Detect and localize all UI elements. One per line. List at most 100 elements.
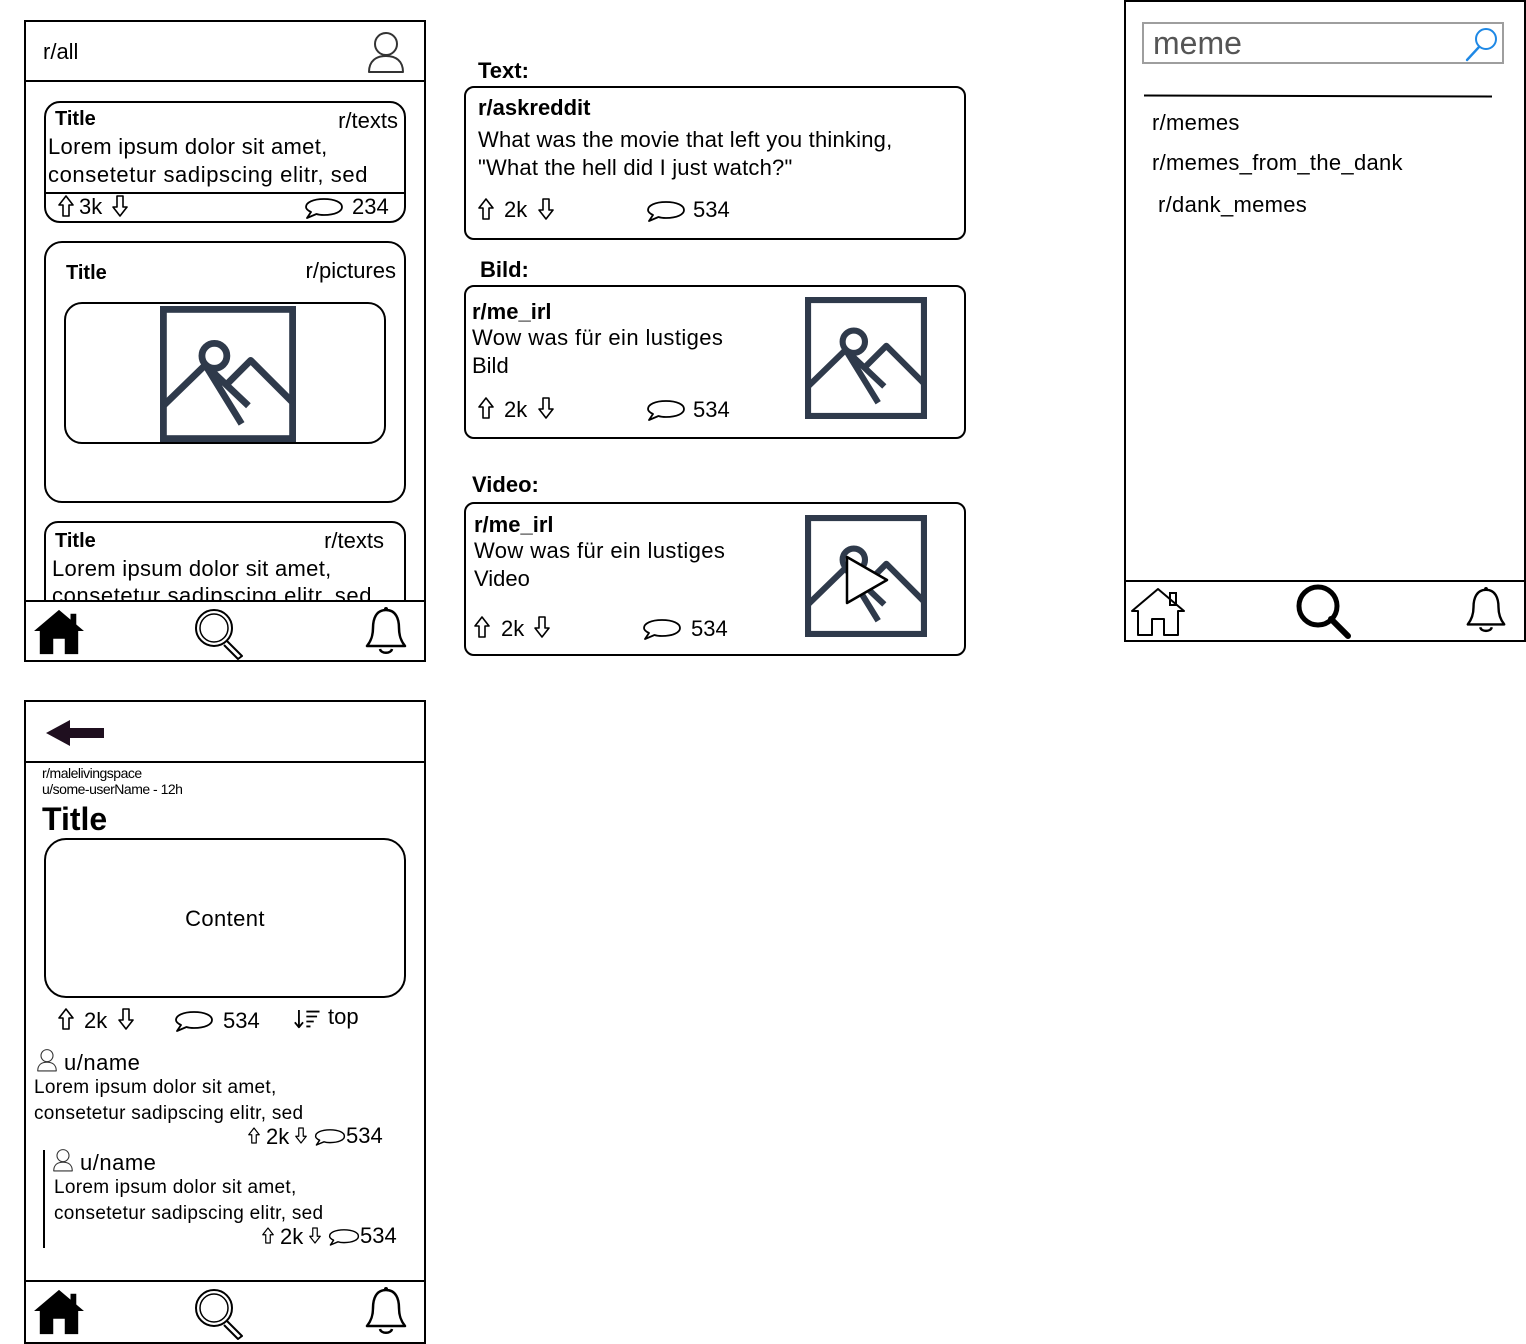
downvote-icon[interactable]: [309, 1227, 321, 1244]
comment: u/name Lorem ipsum dolor sit amet, conse…: [26, 1046, 424, 1148]
bell-icon[interactable]: [364, 606, 408, 656]
tabbar-divider: [26, 600, 424, 602]
reply-thread-line: [43, 1150, 45, 1248]
upvote-icon[interactable]: [474, 616, 490, 638]
upvote-icon[interactable]: [58, 1008, 74, 1030]
user-icon[interactable]: [366, 30, 406, 74]
post-title: Title: [55, 108, 96, 130]
search-icon[interactable]: [192, 1286, 246, 1340]
post-title: Title: [66, 262, 107, 284]
downvote-icon[interactable]: [112, 195, 128, 217]
image-frame: [64, 302, 386, 444]
search-result-item[interactable]: r/memes: [1152, 112, 1240, 134]
vote-count: 2k: [280, 1224, 304, 1249]
comment-text-line: consetetur sadipscing elitr, sed: [54, 1203, 324, 1224]
comment-text-line: consetetur sadipscing elitr, sed: [34, 1103, 304, 1124]
comment-author[interactable]: u/name: [64, 1052, 140, 1074]
post-subreddit[interactable]: r/pictures: [306, 260, 396, 282]
image-example-card[interactable]: r/me_irl Wow was für ein lustiges Bild 2…: [464, 285, 966, 439]
post-body-line: Lorem ipsum dolor sit amet,: [52, 556, 332, 581]
vote-count: 2k: [84, 1008, 108, 1033]
search-icon[interactable]: [192, 606, 246, 660]
comment-icon[interactable]: [646, 399, 686, 421]
upvote-icon[interactable]: [478, 198, 494, 220]
comment-count: 534: [693, 197, 730, 222]
search-input[interactable]: meme: [1142, 22, 1504, 64]
post-body-line: consetetur sadipscing elitr, sed: [52, 583, 373, 601]
vote-count: 2k: [504, 397, 528, 422]
comment-icon[interactable]: [174, 1010, 214, 1032]
vote-count: 2k: [501, 616, 525, 641]
vote-count: 2k: [504, 197, 528, 222]
post-body-line: Video: [474, 566, 530, 591]
post-subreddit[interactable]: r/me_irl: [474, 514, 554, 536]
home-icon[interactable]: [1130, 586, 1186, 638]
back-arrow-icon[interactable]: [44, 718, 106, 748]
vote-count: 3k: [79, 194, 103, 219]
comment-count: 534: [360, 1223, 397, 1248]
feed-screen: r/all Title r/texts Lorem ipsum dolor si…: [24, 20, 426, 662]
upvote-icon[interactable]: [262, 1227, 274, 1244]
bell-icon[interactable]: [1464, 586, 1508, 634]
sort-icon[interactable]: [294, 1008, 322, 1030]
comment-author[interactable]: u/name: [80, 1152, 156, 1174]
post-subreddit[interactable]: r/askreddit: [478, 97, 591, 119]
home-icon[interactable]: [32, 608, 86, 656]
text-post-card[interactable]: Title r/texts Lorem ipsum dolor sit amet…: [44, 101, 406, 223]
upvote-icon[interactable]: [478, 397, 494, 419]
comment-text-line: Lorem ipsum dolor sit amet,: [34, 1077, 277, 1098]
post-title: Title: [42, 801, 108, 837]
downvote-icon[interactable]: [295, 1127, 307, 1144]
upvote-icon[interactable]: [248, 1127, 260, 1144]
search-result-item[interactable]: r/dank_memes: [1158, 194, 1307, 216]
text-section-heading: Text:: [478, 58, 529, 83]
post-meta: u/some-userName - 12h: [42, 781, 183, 797]
image-post-card[interactable]: Title r/pictures: [44, 241, 406, 503]
home-icon[interactable]: [32, 1288, 86, 1336]
image-section-heading: Bild:: [480, 257, 529, 282]
text-post-card[interactable]: Title r/texts Lorem ipsum dolor sit amet…: [44, 521, 406, 600]
comment-icon[interactable]: [328, 1228, 360, 1246]
content-label: Content: [185, 906, 265, 931]
feed-list: Title r/texts Lorem ipsum dolor sit amet…: [26, 82, 424, 600]
comment-icon[interactable]: [314, 1128, 346, 1146]
bell-icon[interactable]: [364, 1286, 408, 1336]
post-content[interactable]: Content: [44, 838, 406, 998]
comment-icon[interactable]: [642, 618, 682, 640]
downvote-icon[interactable]: [538, 397, 554, 419]
post-subreddit[interactable]: r/malelivingspace: [42, 766, 142, 780]
comment-icon[interactable]: [304, 197, 344, 219]
upvote-icon[interactable]: [58, 195, 74, 217]
post-subreddit[interactable]: r/texts: [338, 110, 398, 132]
sort-label[interactable]: top: [328, 1006, 359, 1028]
image-thumbnail-icon: [805, 297, 927, 419]
search-icon[interactable]: [1294, 582, 1352, 640]
search-result-item[interactable]: r/memes_from_the_dank: [1152, 152, 1403, 174]
tabbar-divider: [26, 1280, 424, 1282]
video-example-card[interactable]: r/me_irl Wow was für ein lustiges Video …: [464, 502, 966, 656]
downvote-icon[interactable]: [118, 1008, 134, 1030]
header-title: r/all: [43, 39, 79, 64]
post-subreddit[interactable]: r/me_irl: [472, 301, 552, 323]
downvote-icon[interactable]: [534, 616, 550, 638]
post-subreddit[interactable]: r/texts: [324, 530, 384, 552]
comment-icon[interactable]: [646, 200, 686, 222]
play-icon[interactable]: [844, 554, 890, 606]
post-body-line: Bild: [472, 353, 509, 378]
downvote-icon[interactable]: [538, 198, 554, 220]
search-icon[interactable]: [1464, 26, 1500, 62]
post-body-line: What was the movie that left you thinkin…: [478, 127, 893, 152]
comment-text-line: Lorem ipsum dolor sit amet,: [54, 1177, 297, 1198]
user-icon: [52, 1148, 74, 1172]
image-placeholder-icon: [160, 306, 296, 442]
vote-count: 2k: [266, 1124, 290, 1149]
post-body-line: Lorem ipsum dolor sit amet,: [48, 134, 328, 159]
text-example-card[interactable]: r/askreddit What was the movie that left…: [464, 86, 966, 240]
header-divider: [26, 761, 424, 763]
comment-count: 534: [223, 1008, 260, 1033]
post-body-line: "What the hell did I just watch?": [478, 155, 793, 180]
comment-count: 534: [346, 1123, 383, 1148]
post-detail-screen: r/malelivingspace u/some-userName - 12h …: [24, 700, 426, 1344]
post-body-line: Wow was für ein lustiges: [472, 325, 724, 350]
user-icon: [36, 1048, 58, 1072]
